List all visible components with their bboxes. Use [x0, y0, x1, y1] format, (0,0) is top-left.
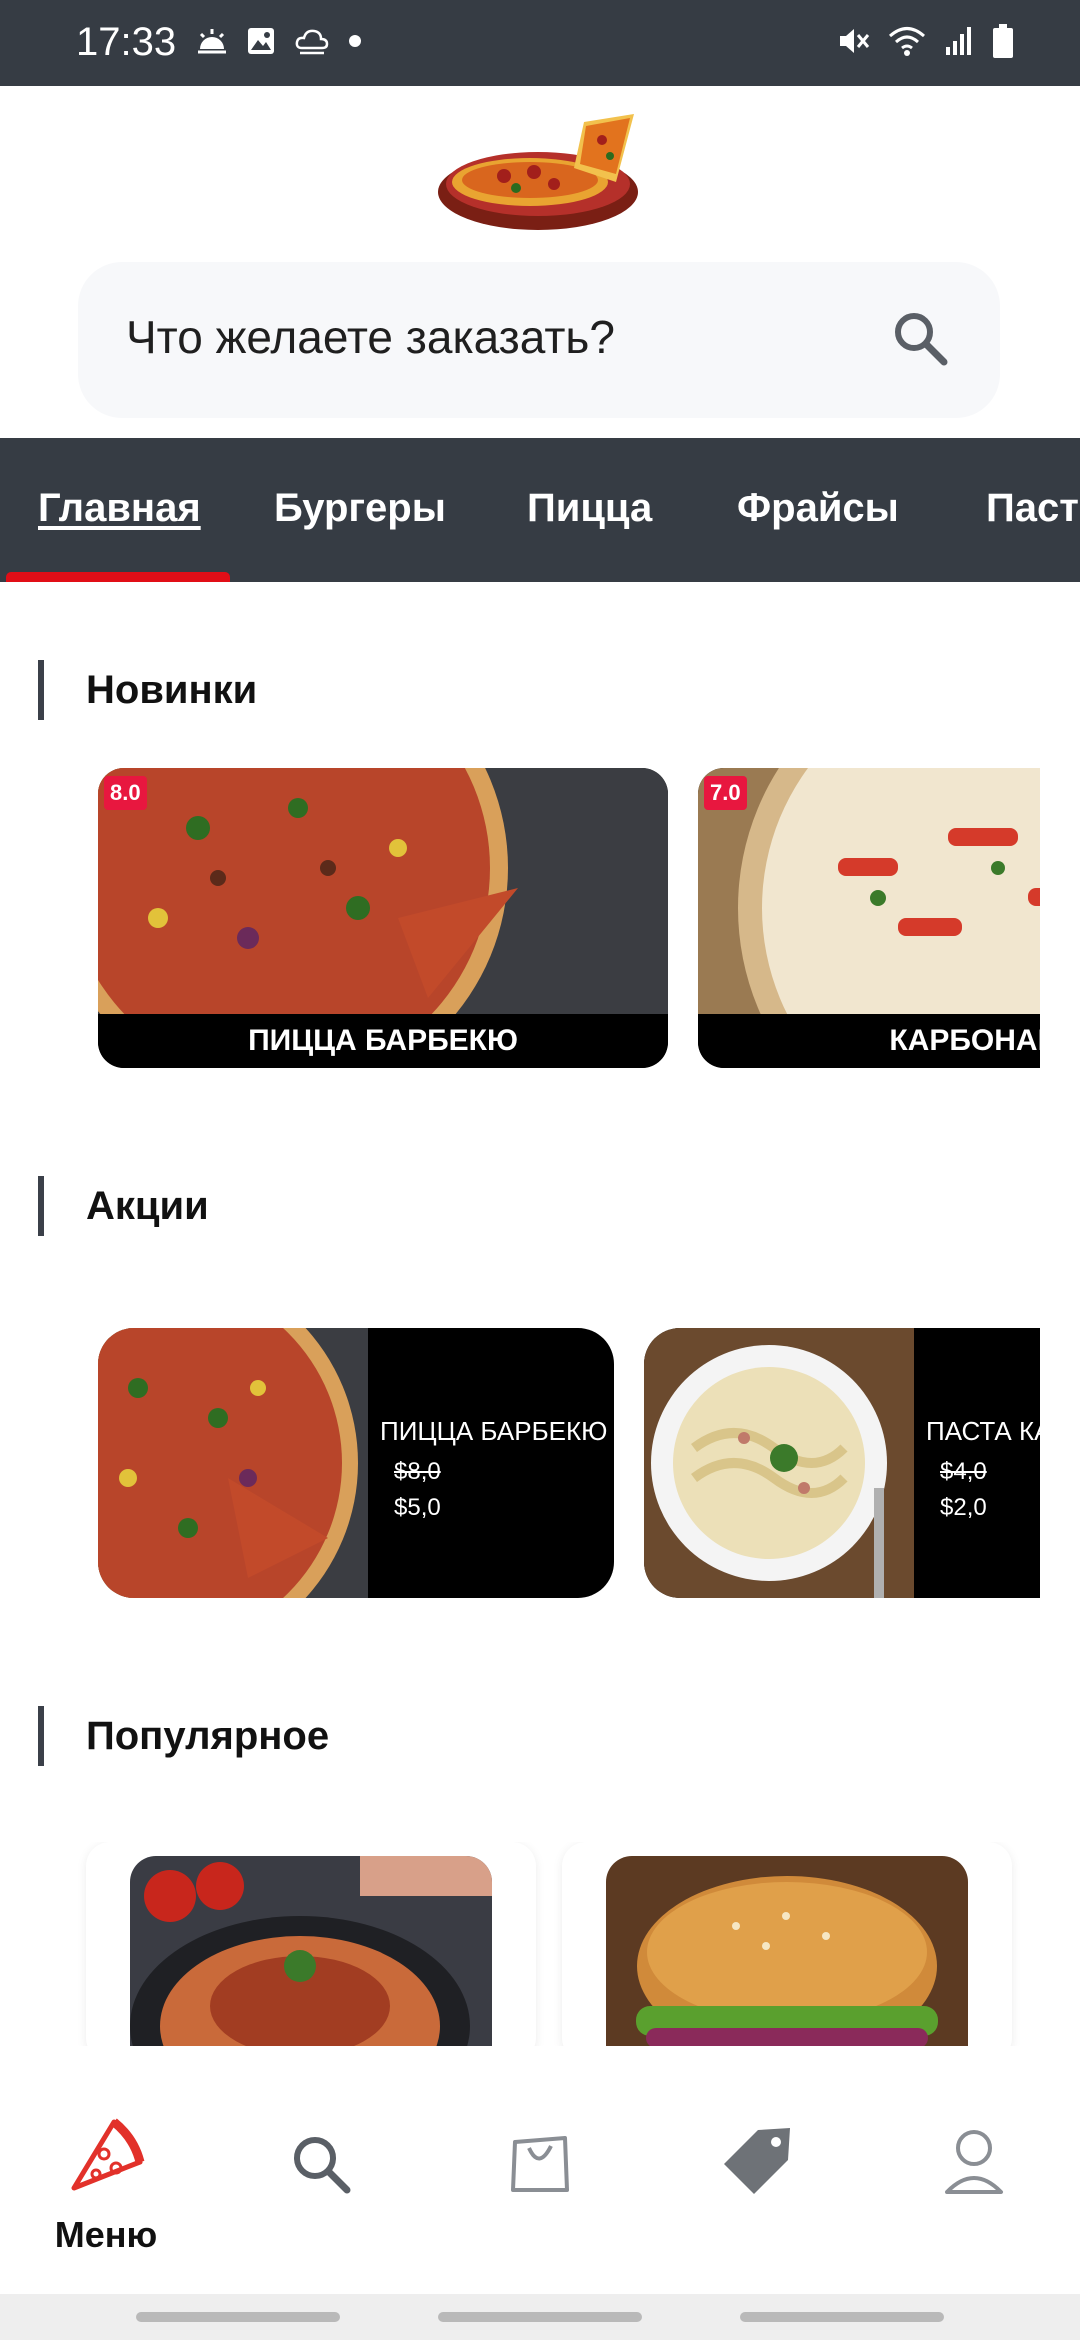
- pizza-image: [98, 768, 668, 1014]
- dot-icon: [349, 35, 361, 47]
- signal-icon: [946, 27, 971, 55]
- search-input[interactable]: Что желаете заказать?: [78, 262, 1000, 418]
- pizza-icon: [71, 2118, 145, 2191]
- profile-icon: [945, 2130, 1003, 2194]
- new-item-card[interactable]: 7.0 КАРБОНАРА: [698, 768, 1040, 1068]
- promo-card[interactable]: ПАСТА КАРБОНАРА $4,0 $2,0: [644, 1328, 1040, 1598]
- section-title: Популярное: [86, 1714, 330, 1758]
- pasta-image: [644, 1328, 914, 1598]
- tab-burgers[interactable]: Бургеры: [274, 486, 446, 531]
- new-price: $2,0: [940, 1494, 987, 1521]
- popular-carousel[interactable]: [0, 1842, 1040, 2046]
- pizza-logo-icon: [438, 114, 638, 230]
- image-icon: [248, 28, 274, 54]
- new-items-carousel[interactable]: 8.0 ПИЦЦА БАРБЕКЮ 7.0 КАРБОНАРА: [0, 768, 1040, 1068]
- tag-icon: [724, 2128, 790, 2194]
- new-item-card[interactable]: 8.0 ПИЦЦА БАРБЕКЮ: [98, 768, 668, 1068]
- section-title: Новинки: [86, 668, 258, 712]
- tab-pizza[interactable]: Пицца: [527, 486, 652, 531]
- bottom-navigation: Меню: [0, 2046, 1080, 2294]
- pizza-image: [98, 1328, 368, 1598]
- burger-image: [606, 1856, 968, 2046]
- tab-pasta[interactable]: Паста: [986, 486, 1080, 531]
- new-price: $5,0: [394, 1494, 441, 1521]
- tab-fries[interactable]: Фрайсы: [737, 486, 899, 531]
- status-time: 17:33: [76, 20, 177, 64]
- pizza-image: [698, 768, 1040, 1014]
- promo-name: ПАСТА КАРБОНАРА: [926, 1416, 1040, 1446]
- bag-icon: [511, 2136, 569, 2192]
- item-name: ПИЦЦА БАРБЕКЮ: [98, 1014, 668, 1068]
- search-placeholder: Что желаете заказать?: [126, 311, 615, 363]
- section-title: Акции: [86, 1184, 209, 1228]
- rating-badge: 8.0: [104, 776, 147, 810]
- battery-icon: [993, 24, 1013, 58]
- promo-name: ПИЦЦА БАРБЕКЮ: [380, 1416, 608, 1446]
- popular-item-card[interactable]: [562, 1842, 1012, 2046]
- search-icon: [294, 2137, 351, 2194]
- nav-menu-label: Меню: [54, 2214, 158, 2255]
- old-price: $8,0: [394, 1458, 441, 1485]
- mute-icon: [840, 29, 870, 53]
- promo-card[interactable]: ПИЦЦА БАРБЕКЮ $8,0 $5,0: [98, 1328, 614, 1598]
- promos-carousel[interactable]: ПИЦЦА БАРБЕКЮ $8,0 $5,0 ПАСТА КАРБОНАРА …: [0, 1328, 1040, 1598]
- old-price: $4,0: [940, 1458, 987, 1485]
- category-tabs: Главная Бургеры Пицца Фрайсы Паста: [0, 438, 1080, 582]
- tab-active-indicator: [6, 572, 230, 582]
- search-icon[interactable]: [890, 308, 950, 368]
- popular-item-card[interactable]: [86, 1842, 536, 2046]
- pasta-bolognese-image: [130, 1856, 492, 2046]
- weather-sunrise-icon: [198, 29, 226, 54]
- tab-main[interactable]: Главная: [38, 486, 201, 531]
- weather-cloud-icon: [295, 29, 329, 55]
- item-name: КАРБОНАРА: [698, 1014, 1040, 1068]
- wifi-icon: [889, 27, 925, 56]
- rating-badge: 7.0: [704, 776, 747, 810]
- status-bar: 17:33: [0, 0, 1080, 86]
- system-gesture-bar: [0, 2294, 1080, 2340]
